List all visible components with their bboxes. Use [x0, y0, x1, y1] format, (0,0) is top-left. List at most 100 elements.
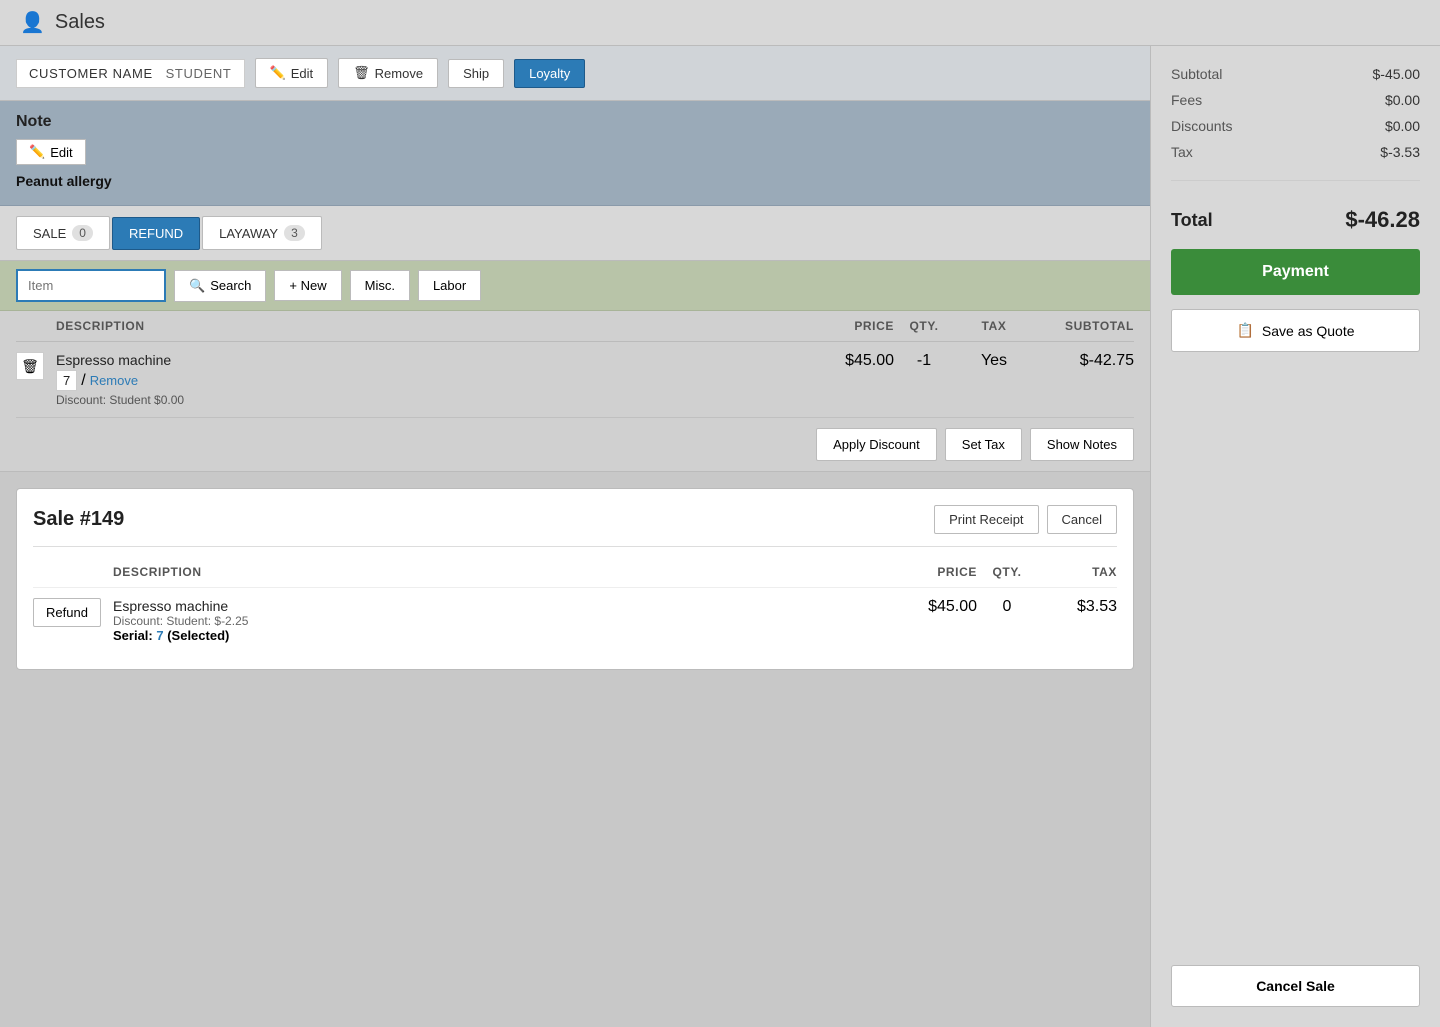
summary-divider — [1171, 180, 1420, 181]
header-qty: QTY. — [894, 319, 954, 333]
sale-header-price: PRICE — [897, 565, 977, 579]
fees-label: Fees — [1171, 92, 1202, 108]
page-title: Sales — [55, 11, 105, 34]
total-row: Total $-46.28 — [1171, 207, 1420, 233]
right-panel: Subtotal $-45.00 Fees $0.00 Discounts $0… — [1150, 46, 1440, 1027]
header-tax: TAX — [954, 319, 1034, 333]
sale-item-discount: Discount: Student: $-2.25 — [113, 614, 897, 628]
row-price: $45.00 — [804, 352, 894, 370]
item-input[interactable] — [16, 269, 166, 302]
save-quote-button[interactable]: 📋 Save as Quote — [1171, 309, 1420, 352]
edit-customer-button[interactable]: ✏️ Edit — [255, 58, 329, 88]
header-description: DESCRIPTION — [56, 319, 804, 333]
tab-sale[interactable]: SALE 0 — [16, 216, 110, 250]
delete-item-button[interactable]: 🗑 — [16, 352, 44, 380]
pencil-icon: ✏️ — [29, 144, 45, 160]
customer-bar: CUSTOMER NAME STUDENT ✏️ Edit 🗑 Remove S… — [0, 46, 1150, 101]
new-button[interactable]: + New — [274, 270, 341, 301]
refund-button[interactable]: Refund — [33, 598, 101, 627]
sale-table-row: Refund Espresso machine Discount: Studen… — [33, 588, 1117, 653]
tabs-bar: SALE 0 REFUND LAYAWAY 3 — [0, 206, 1150, 261]
sale-card: Sale #149 Print Receipt Cancel DESCRIPTI… — [16, 488, 1134, 670]
sale-card-actions: Print Receipt Cancel — [934, 505, 1117, 534]
discounts-row: Discounts $0.00 — [1171, 118, 1420, 134]
header-price: PRICE — [804, 319, 894, 333]
main-layout: CUSTOMER NAME STUDENT ✏️ Edit 🗑 Remove S… — [0, 46, 1440, 1027]
remove-link[interactable]: Remove — [90, 373, 138, 388]
left-panel: CUSTOMER NAME STUDENT ✏️ Edit 🗑 Remove S… — [0, 46, 1150, 1027]
card-divider — [33, 546, 1117, 547]
sale-header-description: DESCRIPTION — [113, 565, 897, 579]
cancel-sale-card-button[interactable]: Cancel — [1047, 505, 1117, 534]
item-discount: Discount: Student $0.00 — [56, 393, 804, 407]
tab-layaway-label: LAYAWAY — [219, 226, 278, 241]
subtotal-label: Subtotal — [1171, 66, 1222, 82]
row-tax: Yes — [954, 352, 1034, 370]
total-label: Total — [1171, 210, 1213, 231]
discounts-value: $0.00 — [1385, 118, 1420, 134]
payment-button[interactable]: Payment — [1171, 249, 1420, 295]
header-subtotal: SUBTOTAL — [1034, 319, 1134, 333]
sale-title: Sale #149 — [33, 508, 124, 531]
item-toolbar: 🔍 Search + New Misc. Labor — [0, 261, 1150, 311]
set-tax-button[interactable]: Set Tax — [945, 428, 1022, 461]
sale-item-name: Espresso machine — [113, 598, 897, 614]
sale-row-price: $45.00 — [897, 598, 977, 616]
trash-icon: 🗑 — [353, 65, 370, 81]
tax-label: Tax — [1171, 144, 1193, 160]
labor-button[interactable]: Labor — [418, 270, 481, 301]
action-row: Apply Discount Set Tax Show Notes — [0, 418, 1150, 472]
serial-status: (Selected) — [167, 628, 229, 643]
ship-button[interactable]: Ship — [448, 59, 504, 88]
sale-row-desc: Espresso machine Discount: Student: $-2.… — [113, 598, 897, 643]
sales-icon: 👤 — [20, 10, 45, 35]
misc-button[interactable]: Misc. — [350, 270, 410, 301]
items-table: DESCRIPTION PRICE QTY. TAX SUBTOTAL 🗑 Es… — [0, 311, 1150, 418]
tab-layaway[interactable]: LAYAWAY 3 — [202, 216, 322, 250]
sale-item-serial: Serial: 7 (Selected) — [113, 628, 897, 643]
sale-card-header: Sale #149 Print Receipt Cancel — [33, 505, 1117, 534]
note-title: Note — [16, 113, 1134, 131]
sale-table-header: DESCRIPTION PRICE QTY. TAX — [33, 557, 1117, 588]
show-notes-button[interactable]: Show Notes — [1030, 428, 1134, 461]
search-button[interactable]: 🔍 Search — [174, 270, 266, 302]
discounts-label: Discounts — [1171, 118, 1232, 134]
remove-customer-button[interactable]: 🗑 Remove — [338, 58, 438, 88]
item-serial-row: 7 / Remove — [56, 370, 804, 391]
row-qty: -1 — [894, 352, 954, 370]
apply-discount-button[interactable]: Apply Discount — [816, 428, 937, 461]
subtotal-value: $-45.00 — [1373, 66, 1420, 82]
note-edit-button[interactable]: ✏️ Edit — [16, 139, 86, 165]
subtotal-row: Subtotal $-45.00 — [1171, 66, 1420, 82]
row-description-cell: Espresso machine 7 / Remove Discount: St… — [56, 352, 804, 407]
sale-row-qty: 0 — [977, 598, 1037, 616]
tab-sale-badge: 0 — [72, 225, 93, 241]
table-row: 🗑 Espresso machine 7 / Remove Discount: … — [16, 342, 1134, 418]
serial-number: 7 — [56, 370, 77, 391]
fees-value: $0.00 — [1385, 92, 1420, 108]
sale-row-action: Refund — [33, 598, 113, 627]
sale-row-tax: $3.53 — [1037, 598, 1117, 616]
sale-header-tax: TAX — [1037, 565, 1117, 579]
top-bar: 👤 Sales — [0, 0, 1440, 46]
tab-refund[interactable]: REFUND — [112, 217, 200, 250]
serial-label: Serial: — [113, 628, 156, 643]
sale-serial-num: 7 — [156, 628, 163, 643]
sale-header-qty: QTY. — [977, 565, 1037, 579]
row-subtotal: $-42.75 — [1034, 352, 1134, 370]
cancel-sale-button[interactable]: Cancel Sale — [1171, 965, 1420, 1007]
customer-name-badge: CUSTOMER NAME STUDENT — [16, 59, 245, 88]
customer-label: CUSTOMER NAME — [29, 66, 153, 81]
table-header: DESCRIPTION PRICE QTY. TAX SUBTOTAL — [16, 311, 1134, 342]
tab-refund-label: REFUND — [129, 226, 183, 241]
tab-sale-label: SALE — [33, 226, 66, 241]
pencil-icon: ✏️ — [270, 65, 286, 81]
item-name: Espresso machine — [56, 352, 804, 368]
print-receipt-button[interactable]: Print Receipt — [934, 505, 1038, 534]
loyalty-button[interactable]: Loyalty — [514, 59, 585, 88]
note-section: Note ✏️ Edit Peanut allergy — [0, 101, 1150, 206]
quote-icon: 📋 — [1236, 322, 1253, 339]
note-content: Peanut allergy — [16, 173, 1134, 189]
tax-value: $-3.53 — [1380, 144, 1420, 160]
separator: / — [81, 372, 85, 390]
